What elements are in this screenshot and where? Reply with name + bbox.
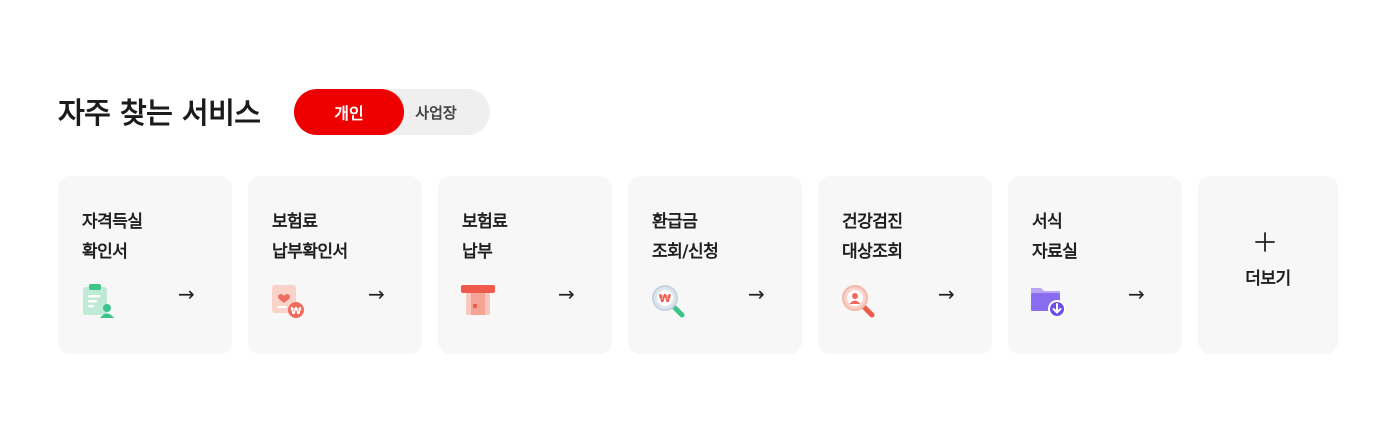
- arrow-right-icon: →: [368, 282, 385, 306]
- service-card-qualification-certificate[interactable]: 자격득실 확인서 →: [58, 176, 232, 354]
- service-card-label-line2: 납부: [462, 242, 493, 262]
- service-card-label: 보험료 납부확인서: [272, 207, 402, 267]
- service-card-label-line1: 건강검진: [842, 212, 903, 232]
- service-card-label-line1: 자격득실: [82, 212, 143, 232]
- service-card-label-line2: 대상조회: [842, 242, 903, 262]
- service-card-label: 건강검진 대상조회: [842, 207, 972, 267]
- service-card-label-line1: 환급금: [652, 212, 698, 232]
- section-heading: 자주 찾는 서비스: [58, 88, 261, 134]
- service-card-label-line1: 보험료: [462, 212, 508, 232]
- service-card-health-checkup[interactable]: 건강검진 대상조회 →: [818, 176, 992, 354]
- svg-text:₩: ₩: [659, 292, 671, 305]
- arrow-right-icon: →: [748, 282, 765, 306]
- card-payment-icon: [461, 285, 495, 315]
- search-person-icon: [842, 285, 875, 318]
- service-card-label: 서식 자료실: [1032, 207, 1162, 267]
- frequent-services-section: 자주 찾는 서비스 개인 사업장 자격득실 확인서 → 보험료 납부확인서 ₩ …: [0, 0, 1376, 430]
- svg-text:₩: ₩: [290, 306, 301, 317]
- service-card-label-line2: 조회/신청: [652, 242, 719, 262]
- service-card-label: 환급금 조회/신청: [652, 207, 782, 267]
- more-services-button[interactable]: 더보기: [1198, 176, 1338, 354]
- plus-icon: [1255, 232, 1275, 252]
- search-won-icon: ₩: [652, 285, 685, 318]
- toggle-personal-button[interactable]: 개인: [294, 89, 404, 135]
- service-card-forms-library[interactable]: 서식 자료실 →: [1008, 176, 1182, 354]
- arrow-right-icon: →: [938, 282, 955, 306]
- service-card-payment-certificate[interactable]: 보험료 납부확인서 ₩ →: [248, 176, 422, 354]
- service-card-label-line2: 납부확인서: [272, 242, 348, 262]
- receipt-won-icon: ₩: [272, 285, 304, 318]
- clipboard-user-icon: [83, 284, 114, 318]
- section-title: 자주 찾는 서비스: [58, 96, 261, 130]
- more-services-label: 더보기: [1245, 269, 1291, 289]
- arrow-right-icon: →: [558, 282, 575, 306]
- service-card-label: 보험료 납부: [462, 207, 592, 267]
- service-card-label: 자격득실 확인서: [82, 207, 212, 267]
- service-card-label-line1: 서식: [1032, 212, 1063, 232]
- service-card-refund-inquiry[interactable]: 환급금 조회/신청 ₩ →: [628, 176, 802, 354]
- personal-business-toggle: 개인 사업장: [294, 89, 490, 135]
- service-card-label-line2: 확인서: [82, 242, 128, 262]
- arrow-right-icon: →: [178, 282, 195, 306]
- service-card-premium-payment[interactable]: 보험료 납부 →: [438, 176, 612, 354]
- toggle-business-button[interactable]: 사업장: [404, 89, 468, 135]
- service-card-label-line2: 자료실: [1032, 242, 1078, 262]
- service-card-label-line1: 보험료: [272, 212, 318, 232]
- folder-download-icon: [1031, 288, 1066, 318]
- arrow-right-icon: →: [1128, 282, 1145, 306]
